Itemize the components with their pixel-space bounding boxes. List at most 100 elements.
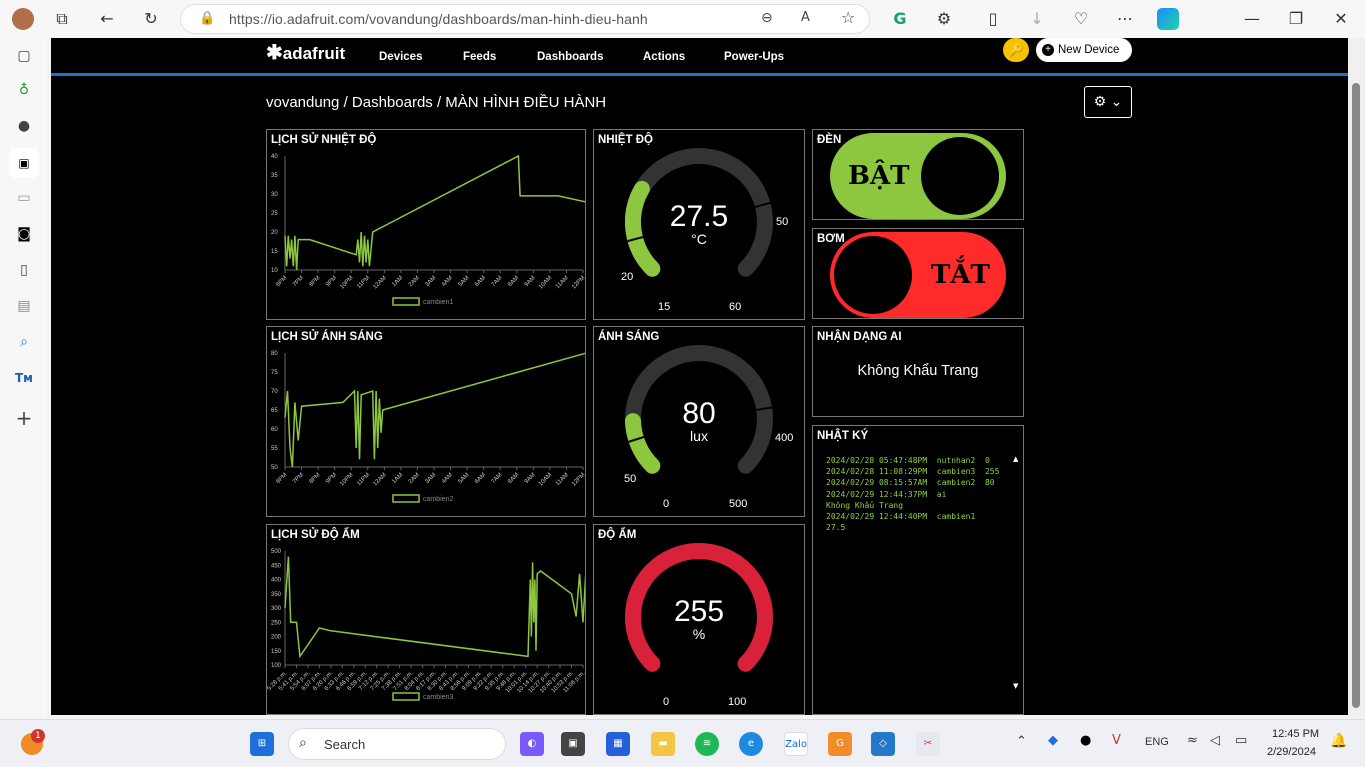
zalo-icon[interactable]: Zalo	[784, 732, 808, 756]
zoom-icon[interactable]: ⊖	[761, 10, 773, 26]
nav-feeds[interactable]: Feeds	[463, 51, 496, 63]
key-icon[interactable]: 🔑	[1003, 38, 1029, 62]
favorite-star-icon[interactable]: ☆	[841, 8, 855, 27]
app-black-icon[interactable]: ◙	[13, 223, 35, 245]
x-tick-label: 6AM	[474, 275, 487, 288]
file-icon[interactable]: ▯	[13, 259, 35, 281]
page-scrollbar[interactable]	[1348, 38, 1365, 717]
y-tick-label: 100	[271, 663, 282, 669]
new-device-button[interactable]: + New Device	[1036, 38, 1132, 62]
y-tick-label: 55	[271, 446, 278, 452]
x-tick-label: 11PM	[356, 275, 371, 290]
edge-icon[interactable]: e	[739, 732, 763, 756]
tray-app-icon[interactable]: ●	[1080, 733, 1091, 748]
nav-devices[interactable]: Devices	[379, 51, 422, 63]
tray-chevron-icon[interactable]: ⌃	[1016, 734, 1027, 749]
close-icon[interactable]: ✕	[1331, 9, 1351, 29]
add-icon[interactable]: +	[13, 407, 35, 429]
snipping-tool-icon[interactable]: ✂	[916, 732, 940, 756]
file-explorer-icon[interactable]: ▬	[651, 732, 675, 756]
gauge-max-label: 500	[729, 498, 748, 510]
gear-icon: ⚙	[1093, 94, 1107, 110]
search-label: Search	[324, 737, 366, 752]
clock-time[interactable]: 12:45 PM	[1272, 728, 1319, 740]
browser-essentials-icon[interactable]: ♡	[1071, 9, 1091, 29]
vivaldi-icon[interactable]: V	[1112, 733, 1121, 748]
store-icon[interactable]: ▦	[606, 732, 630, 756]
defender-icon[interactable]: ◆	[1048, 733, 1058, 748]
light-toggle-switch[interactable]: BẬT	[830, 133, 1006, 219]
clock-date[interactable]: 2/29/2024	[1267, 746, 1316, 758]
tab-actions-icon[interactable]: ⧉	[52, 9, 72, 29]
tm-icon[interactable]: Tм	[13, 367, 35, 389]
y-tick-label: 75	[271, 370, 278, 376]
adafruit-page: ✱adafruit Devices Feeds Dashboards Actio…	[51, 38, 1348, 715]
x-tick-label: 10PM	[339, 275, 354, 290]
x-tick-label: 9AM	[524, 472, 537, 485]
more-options-icon[interactable]: ⋯	[1115, 9, 1135, 29]
spotify-icon[interactable]: ≋	[695, 732, 719, 756]
pdf-icon[interactable]: G	[828, 732, 852, 756]
temp-history-chart: 10 15 20 25 30 35 40 6PM 7PM 8PM 9PM 10PM 11PM 12AM 1A…	[271, 154, 585, 306]
back-icon[interactable]: ←	[97, 9, 117, 29]
block-title: ĐÈN	[817, 134, 842, 146]
x-tick-label: 7AM	[491, 275, 504, 288]
gauge-unit: lux	[690, 428, 708, 444]
humid-history-chart: 1001502002503003504004505005:28 p.m.5:41…	[267, 549, 585, 701]
restore-icon[interactable]: ❐	[1286, 9, 1306, 29]
refresh-icon[interactable]: ↻	[141, 9, 161, 29]
volume-icon[interactable]: ◁	[1210, 733, 1220, 748]
extension-icon[interactable]: ⚙	[934, 9, 954, 29]
notification-bell-icon[interactable]: 🔔	[1330, 733, 1347, 749]
adafruit-logo[interactable]: ✱adafruit	[266, 40, 345, 65]
document-icon[interactable]: ▭	[13, 187, 35, 209]
gauge-low-label: 20	[621, 271, 634, 283]
log-line: 2024/02/29 12:44:37PM ai	[826, 489, 947, 499]
search-icon[interactable]: ⌕	[13, 331, 35, 353]
nav-power-ups[interactable]: Power-Ups	[724, 51, 784, 63]
copilot-icon[interactable]	[1157, 8, 1179, 30]
calendar-icon[interactable]: ▤	[13, 295, 35, 317]
light-history-chart: 50 55 60 65 70 75 80 6PM 7PM 8PM 9PM 10PM 11PM 12AM 1A…	[271, 351, 585, 503]
read-aloud-icon[interactable]: A	[801, 10, 810, 25]
battery-icon[interactable]: ▭	[1235, 733, 1247, 748]
nav-dashboards[interactable]: Dashboards	[537, 51, 603, 63]
legend-swatch	[392, 494, 420, 503]
dashboard-settings-button[interactable]: ⚙ ⌄	[1084, 86, 1132, 118]
legend-swatch	[392, 692, 420, 701]
notification-badge: 1	[31, 729, 45, 743]
x-tick-label: 4AM	[441, 275, 454, 288]
address-bar[interactable]: 🔒 https://io.adafruit.com/vovandung/dash…	[180, 4, 870, 34]
downloads-icon[interactable]: ↓	[1027, 9, 1047, 29]
pump-toggle-switch[interactable]: TẮT	[830, 232, 1006, 318]
x-tick-label: 5AM	[458, 275, 471, 288]
block-title: NHẬT KÝ	[817, 430, 869, 442]
log-block: NHẬT KÝ 2024/02/28 05:47:48PM nutnhan2 0…	[812, 425, 1024, 715]
github-icon[interactable]: ●	[13, 115, 35, 137]
language-indicator[interactable]: ENG	[1145, 736, 1169, 748]
minimize-icon[interactable]: —	[1242, 9, 1262, 29]
grammarly-icon[interactable]: G	[890, 9, 910, 29]
x-tick-label: 9PM	[325, 472, 338, 485]
wifi-icon[interactable]: ≈	[1187, 733, 1198, 748]
split-screen-icon[interactable]: ▯	[983, 9, 1003, 29]
y-tick-label: 250	[271, 620, 282, 626]
vscode-icon[interactable]: ◇	[871, 732, 895, 756]
y-tick-label: 80	[271, 351, 278, 357]
scrollbar-thumb[interactable]	[1352, 83, 1360, 708]
scroll-up-icon[interactable]: ▲	[1013, 455, 1018, 463]
ai-block: NHẬN DẠNG AI Không Khẩu Trang	[812, 326, 1024, 417]
adafruit-tab-icon[interactable]: ▣	[9, 148, 39, 178]
scroll-down-icon[interactable]: ▼	[1013, 682, 1018, 690]
y-tick-label: 35	[271, 173, 278, 179]
copilot-app-icon[interactable]: ◐	[520, 732, 544, 756]
profile-avatar[interactable]	[12, 8, 34, 30]
x-tick-label: 3AM	[424, 472, 437, 485]
app-green-icon[interactable]: ♁	[13, 79, 35, 101]
tabs-icon[interactable]: ▢	[13, 45, 35, 67]
nav-actions[interactable]: Actions	[643, 51, 685, 63]
search-box[interactable]: ⌕ Search	[288, 728, 506, 760]
task-view-icon[interactable]: ▣	[561, 732, 585, 756]
start-icon[interactable]: ⊞	[250, 732, 274, 756]
temp-gauge-block: NHIỆT ĐỘ 27.5 °C 20 50 15 60	[593, 129, 805, 320]
